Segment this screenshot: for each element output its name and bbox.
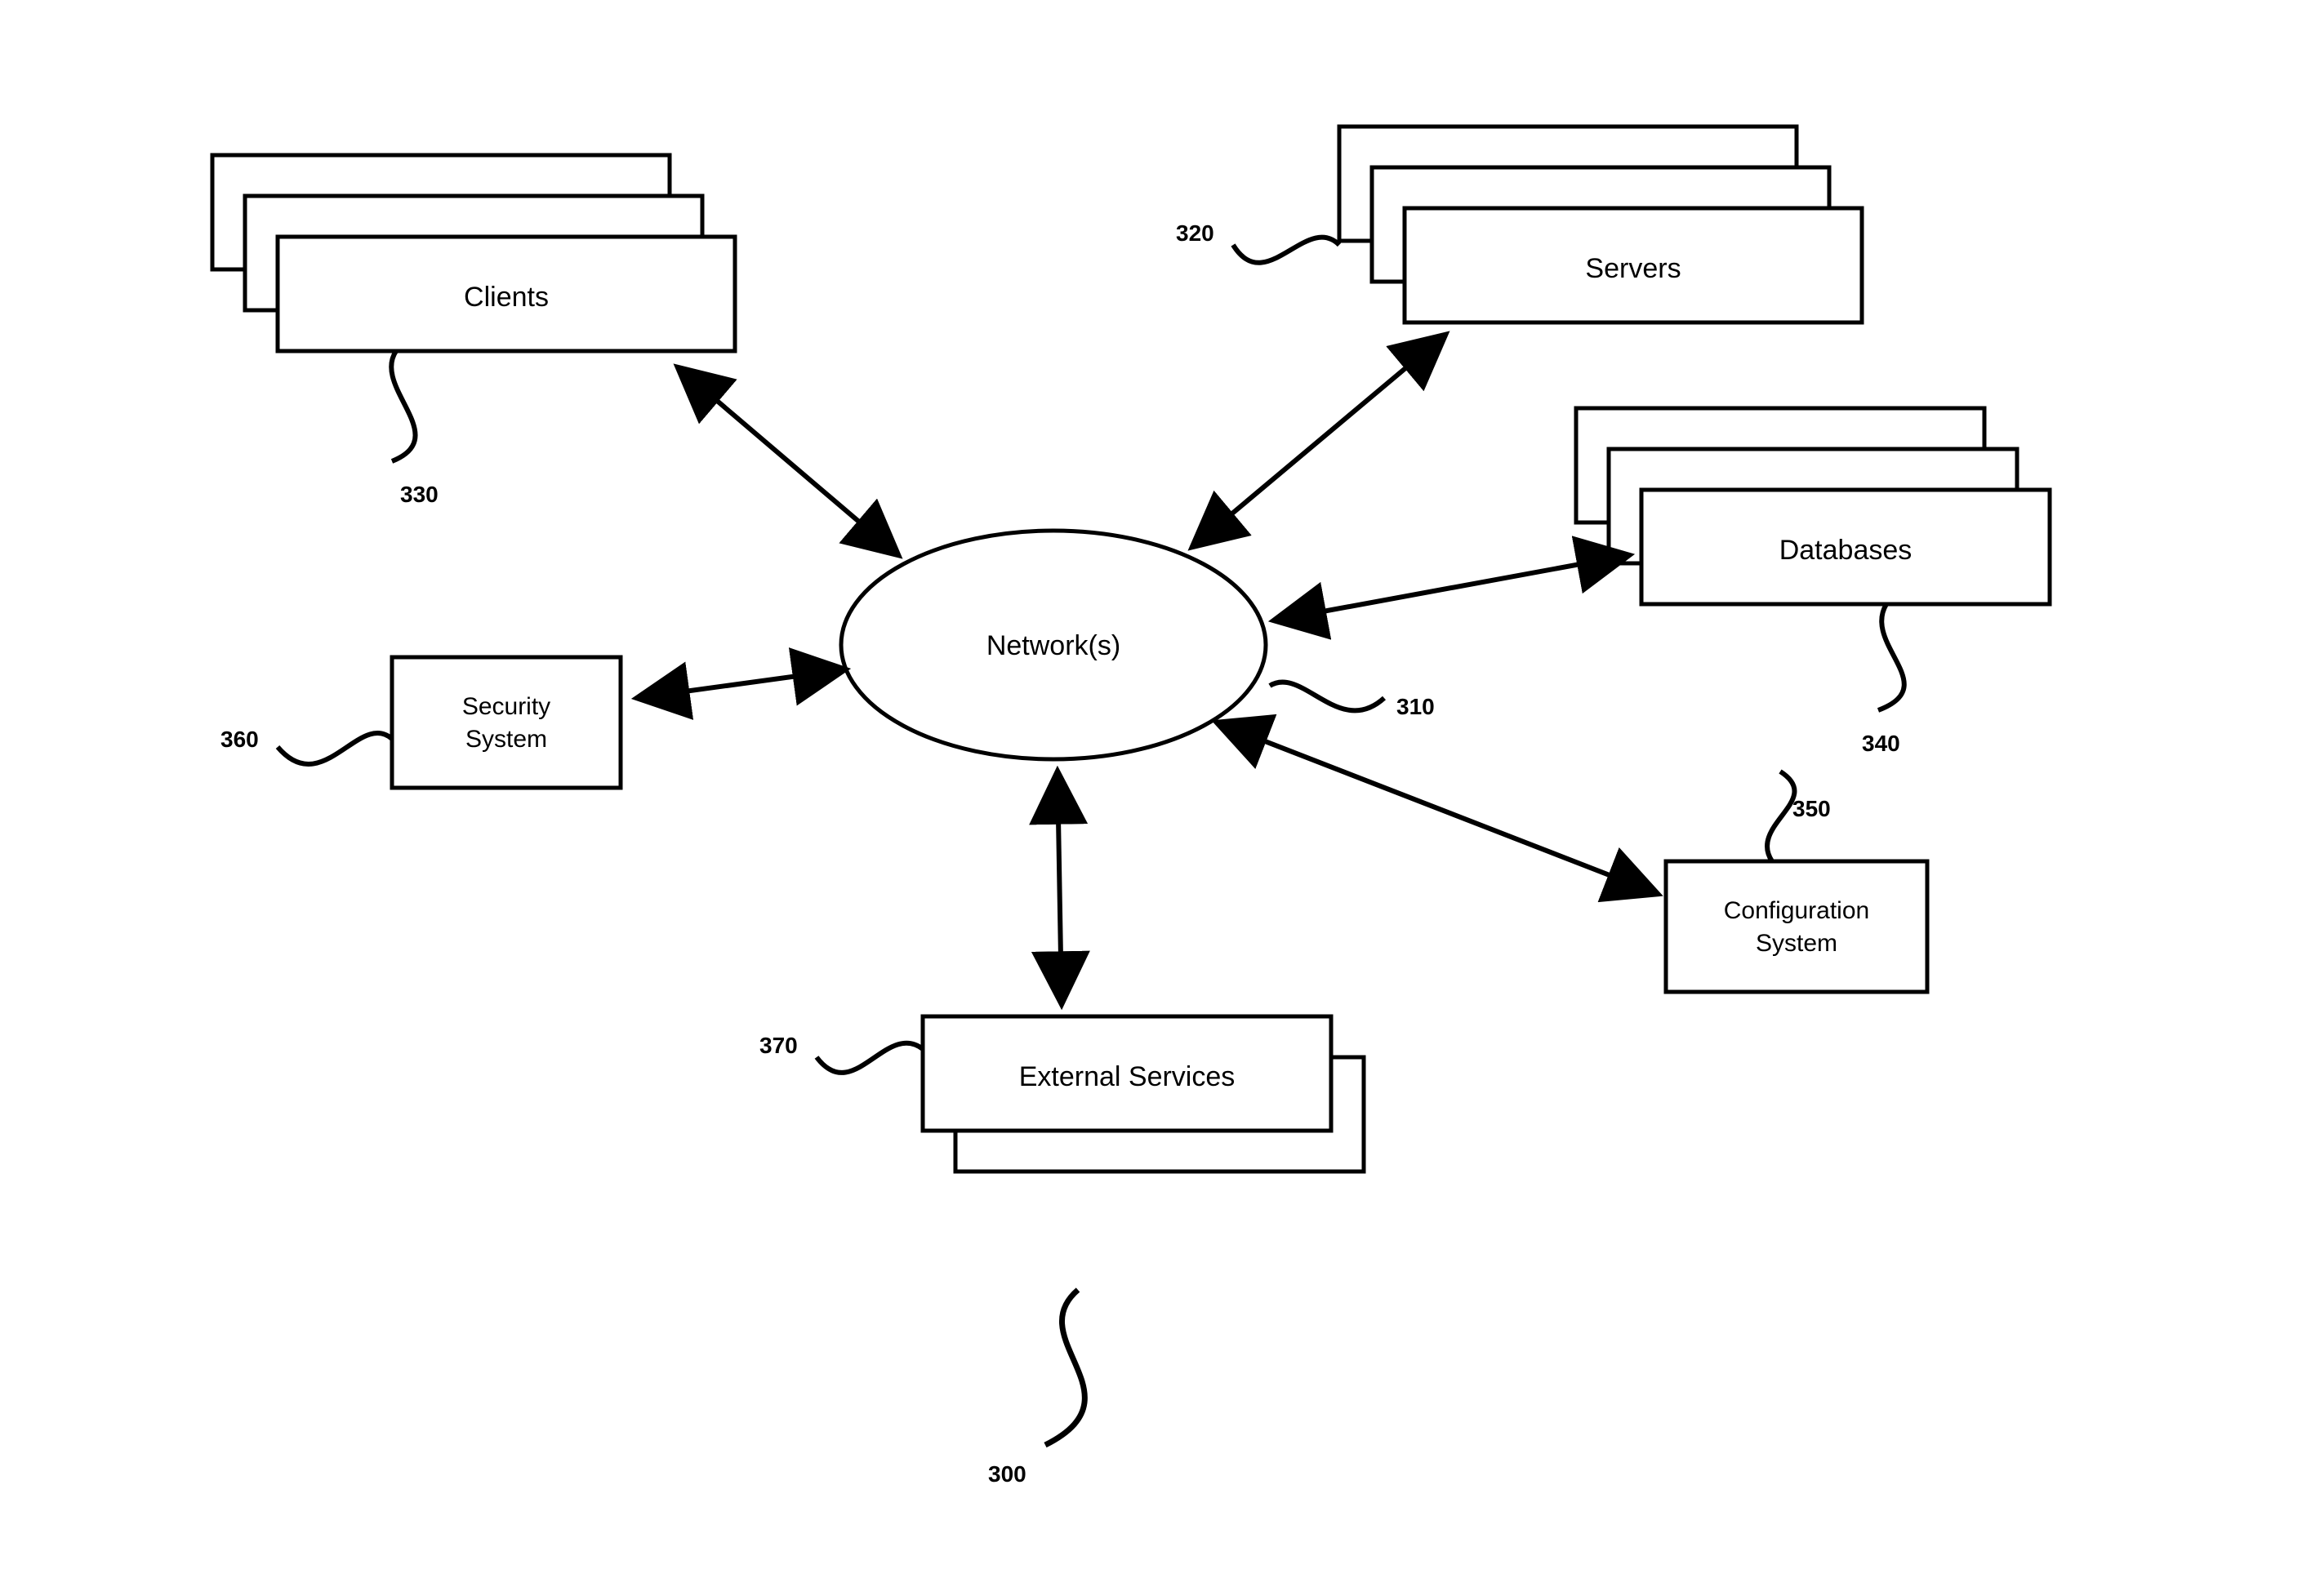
external-label: External Services xyxy=(1019,1061,1236,1092)
databases-ref: 340 xyxy=(1862,731,1900,756)
arrow-clients-network xyxy=(678,367,898,555)
clients-label: Clients xyxy=(464,282,549,313)
arrow-databases-network xyxy=(1274,555,1629,620)
config-label-line2: System xyxy=(1756,930,1837,957)
node-servers: Servers 320 xyxy=(1176,127,1862,322)
arrow-servers-network xyxy=(1192,335,1445,547)
servers-ref: 320 xyxy=(1176,220,1214,246)
networks-ref: 310 xyxy=(1396,694,1435,719)
network-architecture-diagram: Network(s) 310 Clients 330 Servers 320 D… xyxy=(0,0,2320,1596)
arrow-config-network xyxy=(1217,722,1658,894)
security-label-line2: System xyxy=(465,726,547,753)
config-ref: 350 xyxy=(1792,796,1831,821)
arrow-security-network xyxy=(637,669,845,698)
security-label-line1: Security xyxy=(462,693,550,720)
databases-label: Databases xyxy=(1779,535,1913,566)
node-networks: Network(s) 310 xyxy=(841,531,1435,759)
security-ref: 360 xyxy=(220,727,259,752)
node-external-services: External Services 370 xyxy=(759,1016,1364,1171)
node-configuration-system: Configuration System 350 xyxy=(1666,771,1927,992)
config-label-line1: Configuration xyxy=(1724,897,1869,924)
figure-ref: 300 xyxy=(988,1290,1084,1487)
figure-ref-number: 300 xyxy=(988,1461,1026,1487)
node-security-system: Security System 360 xyxy=(220,657,621,788)
networks-label: Network(s) xyxy=(986,630,1120,661)
node-databases: Databases 340 xyxy=(1576,408,2050,756)
external-ref: 370 xyxy=(759,1033,798,1058)
arrow-external-network xyxy=(1058,771,1062,1004)
node-clients: Clients 330 xyxy=(212,155,735,507)
clients-ref: 330 xyxy=(400,482,439,507)
servers-label: Servers xyxy=(1585,253,1681,284)
